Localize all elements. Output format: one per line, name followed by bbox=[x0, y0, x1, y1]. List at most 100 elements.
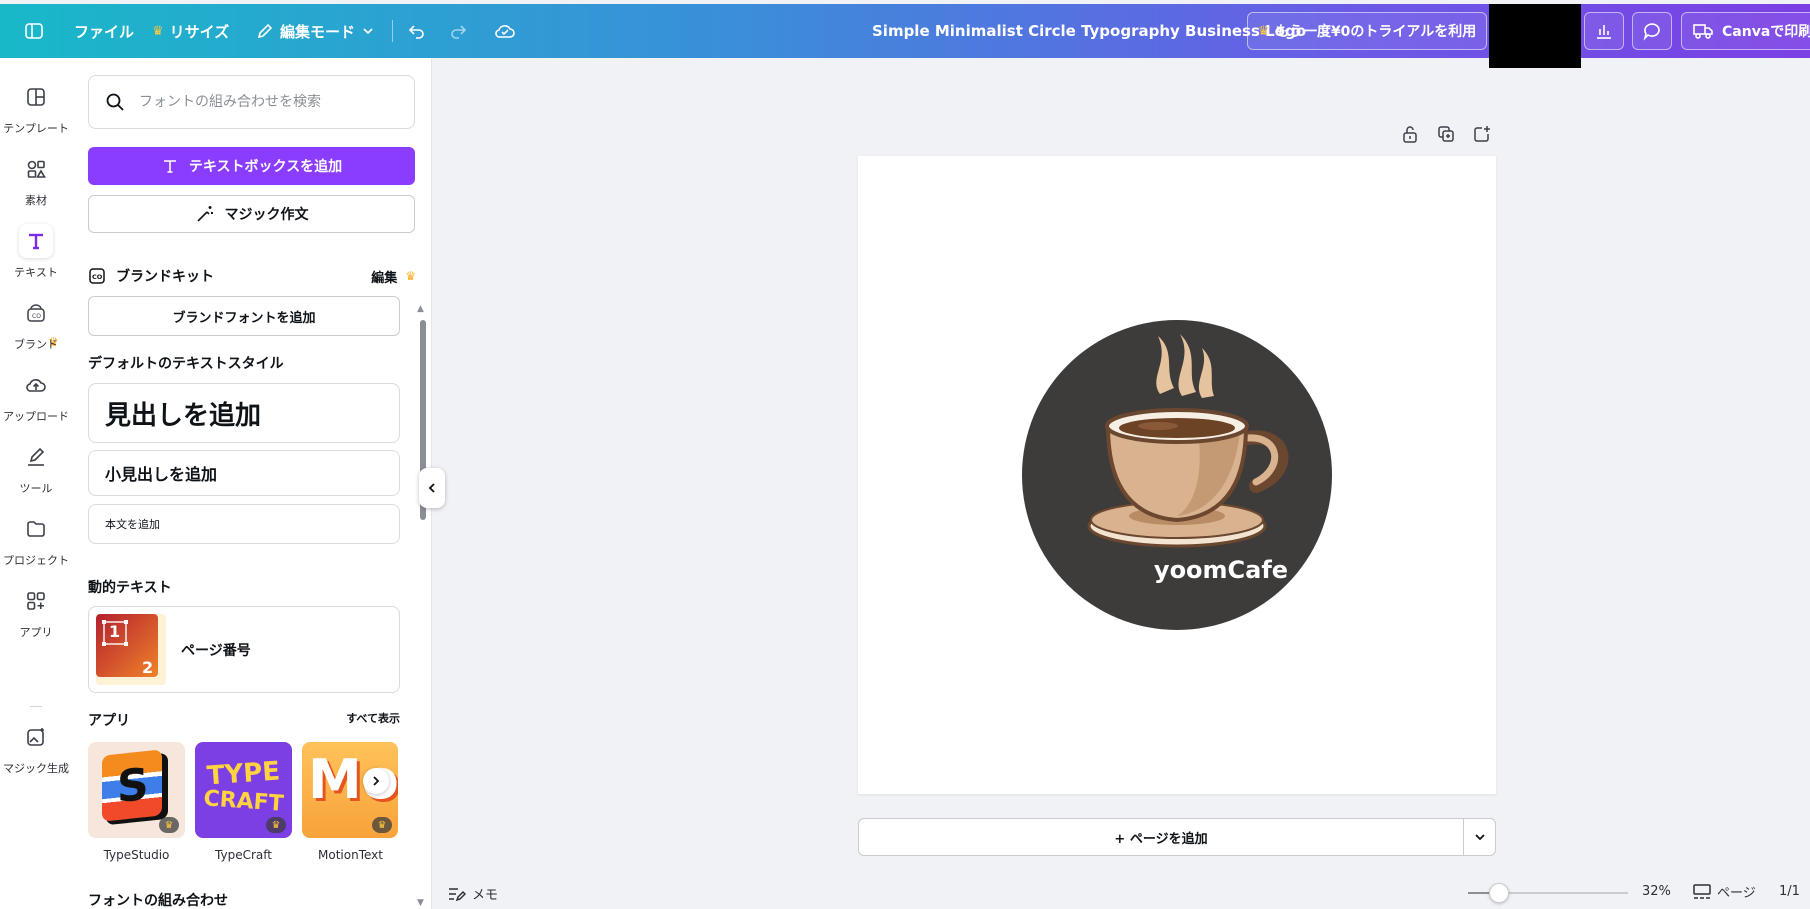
rail-item-magic-media[interactable]: マジック生成 bbox=[0, 720, 72, 776]
add-page-button[interactable]: + ページを追加 bbox=[859, 819, 1463, 855]
magic-write-button[interactable]: マジック作文 bbox=[88, 195, 415, 233]
rail-item-brand[interactable]: CO ブランド bbox=[0, 296, 72, 352]
apps-scroll-next-button[interactable] bbox=[363, 768, 389, 794]
add-page-icon bbox=[1474, 126, 1490, 142]
cloud-save-button[interactable] bbox=[494, 4, 516, 58]
undo-button[interactable] bbox=[407, 4, 427, 58]
add-textbox-button[interactable]: テキストボックスを追加 bbox=[88, 147, 415, 185]
add-page-dropdown-button[interactable] bbox=[1463, 819, 1495, 855]
rail-divider bbox=[30, 706, 42, 707]
undo-icon bbox=[408, 25, 424, 39]
rail-item-tools[interactable]: ツール bbox=[0, 440, 72, 496]
edit-mode-label: 編集モード bbox=[280, 22, 356, 41]
crown-icon: ♛ bbox=[152, 23, 164, 39]
add-brand-font-button[interactable]: ブランドフォントを追加 bbox=[88, 296, 400, 336]
add-heading-button[interactable]: 見出しを追加 bbox=[88, 383, 400, 443]
rail-item-elements[interactable]: 素材 bbox=[0, 152, 72, 208]
body-label: 本文を追加 bbox=[105, 518, 160, 531]
pages-icon bbox=[1693, 883, 1711, 899]
print-button[interactable]: Canvaで印刷 bbox=[1681, 12, 1810, 50]
dynamic-text-title: 動的テキスト bbox=[88, 580, 172, 596]
chevron-left-icon bbox=[428, 483, 435, 493]
rail-item-projects[interactable]: プロジェクト bbox=[0, 512, 72, 568]
file-menu-label: ファイル bbox=[74, 22, 135, 41]
redo-icon bbox=[451, 25, 467, 39]
coffee-logo-graphic: yoomCafe bbox=[1022, 320, 1332, 630]
zoom-slider[interactable] bbox=[1468, 883, 1628, 903]
font-combos-title: フォントの組み合わせ bbox=[88, 893, 228, 909]
rail-item-label: プロジェクト bbox=[3, 554, 69, 567]
resize-label: リサイズ bbox=[169, 22, 230, 41]
default-styles-title: デフォルトのテキストスタイル bbox=[88, 356, 284, 372]
font-search-box[interactable] bbox=[88, 75, 415, 129]
rail-item-label: 素材 bbox=[25, 194, 47, 207]
notes-button[interactable]: メモ bbox=[448, 884, 498, 903]
add-subheading-button[interactable]: 小見出しを追加 bbox=[88, 450, 400, 496]
rail-item-label: アプリ bbox=[19, 626, 53, 639]
file-menu-button[interactable]: ファイル bbox=[74, 4, 134, 58]
scroll-up-arrow[interactable]: ▲ bbox=[417, 304, 424, 314]
see-all-link[interactable]: すべて表示 bbox=[346, 710, 400, 730]
add-body-text-button[interactable]: 本文を追加 bbox=[88, 504, 400, 544]
design-page[interactable]: yoomCafe bbox=[858, 156, 1496, 794]
search-icon bbox=[106, 93, 124, 111]
duplicate-page-button[interactable] bbox=[1437, 125, 1455, 147]
zoom-slider-thumb[interactable] bbox=[1488, 883, 1509, 903]
add-page-above-button[interactable] bbox=[1473, 125, 1491, 147]
rail-item-apps[interactable]: アプリ bbox=[0, 584, 72, 640]
insights-button[interactable] bbox=[1584, 12, 1624, 50]
page-number-item[interactable]: 1 2 ページ番号 bbox=[88, 606, 400, 693]
page-thumb-number-2: 2 bbox=[142, 658, 154, 677]
brand-kit-label: ブランドキット bbox=[116, 269, 214, 285]
app-card-typestudio[interactable]: S ♛ bbox=[88, 742, 185, 838]
document-title[interactable]: Simple Minimalist Circle Typography Busi… bbox=[872, 4, 1306, 58]
redo-button[interactable] bbox=[448, 4, 468, 58]
rail-item-text[interactable]: テキスト bbox=[0, 224, 72, 280]
crown-icon: ♛ bbox=[372, 817, 392, 833]
page-number-thumbnail: 1 2 bbox=[96, 614, 166, 685]
text-icon bbox=[19, 224, 53, 258]
apps-grid-icon bbox=[19, 584, 53, 618]
brand-edit-link[interactable]: 編集 bbox=[371, 267, 397, 286]
left-rail: テンプレート 素材 テキスト ♛ CO ブランド アップロード ツール プロジェ… bbox=[0, 58, 72, 909]
page-thumb-number-1: 1 bbox=[109, 622, 121, 641]
app-name-typecraft: TypeCraft bbox=[215, 848, 272, 862]
rail-item-uploads[interactable]: アップロード bbox=[0, 368, 72, 424]
typecraft-logo-line2: CRAFT bbox=[202, 786, 285, 817]
font-search-input[interactable] bbox=[137, 93, 397, 111]
rail-item-templates[interactable]: テンプレート bbox=[0, 80, 72, 136]
collapse-panel-button[interactable] bbox=[419, 468, 445, 508]
notes-icon bbox=[449, 887, 466, 901]
comment-icon bbox=[1643, 23, 1660, 41]
folder-icon bbox=[19, 512, 53, 546]
page-count: 1/1 bbox=[1779, 884, 1800, 899]
elements-icon bbox=[19, 152, 53, 186]
redacted-area bbox=[1489, 4, 1581, 68]
add-brand-font-label: ブランドフォントを追加 bbox=[172, 310, 316, 326]
typestudio-logo-letter: S bbox=[117, 758, 149, 814]
scroll-down-arrow[interactable]: ▼ bbox=[417, 898, 424, 908]
bar-chart-icon bbox=[1597, 25, 1611, 39]
cloud-check-icon bbox=[495, 25, 515, 38]
text-icon bbox=[163, 160, 176, 173]
app-card-typecraft[interactable]: TYPE CRAFT ♛ bbox=[195, 742, 292, 838]
resize-button[interactable]: ♛ リサイズ bbox=[152, 4, 229, 58]
zoom-percentage[interactable]: 32% bbox=[1642, 884, 1671, 899]
crown-icon: ♛ bbox=[266, 817, 286, 833]
apps-title: アプリ bbox=[88, 713, 130, 729]
sidebar-toggle-button[interactable] bbox=[24, 4, 44, 58]
add-page-bar: + ページを追加 bbox=[858, 818, 1496, 856]
comments-button[interactable] bbox=[1632, 12, 1672, 50]
edit-mode-dropdown[interactable]: 編集モード bbox=[256, 4, 375, 58]
top-bar: ファイル ♛ リサイズ 編集モード Simple Minimalist Circ… bbox=[0, 4, 1810, 68]
add-page-label: + ページを追加 bbox=[1114, 831, 1208, 847]
text-panel: テキストボックスを追加 マジック作文 CO ブランドキット 編集 ♛ ブランドフ… bbox=[72, 58, 432, 909]
rail-item-label: マジック生成 bbox=[3, 762, 69, 775]
apps-section-header: アプリ すべて表示 bbox=[88, 710, 400, 730]
pages-button[interactable]: ページ bbox=[1693, 882, 1756, 901]
template-icon bbox=[19, 80, 53, 114]
crown-icon: ♛ bbox=[159, 817, 179, 833]
trial-button[interactable]: ♛ もう一度¥0のトライアルを利用 bbox=[1247, 12, 1487, 50]
lock-page-button[interactable] bbox=[1401, 125, 1419, 147]
subheading-label: 小見出しを追加 bbox=[105, 465, 218, 484]
